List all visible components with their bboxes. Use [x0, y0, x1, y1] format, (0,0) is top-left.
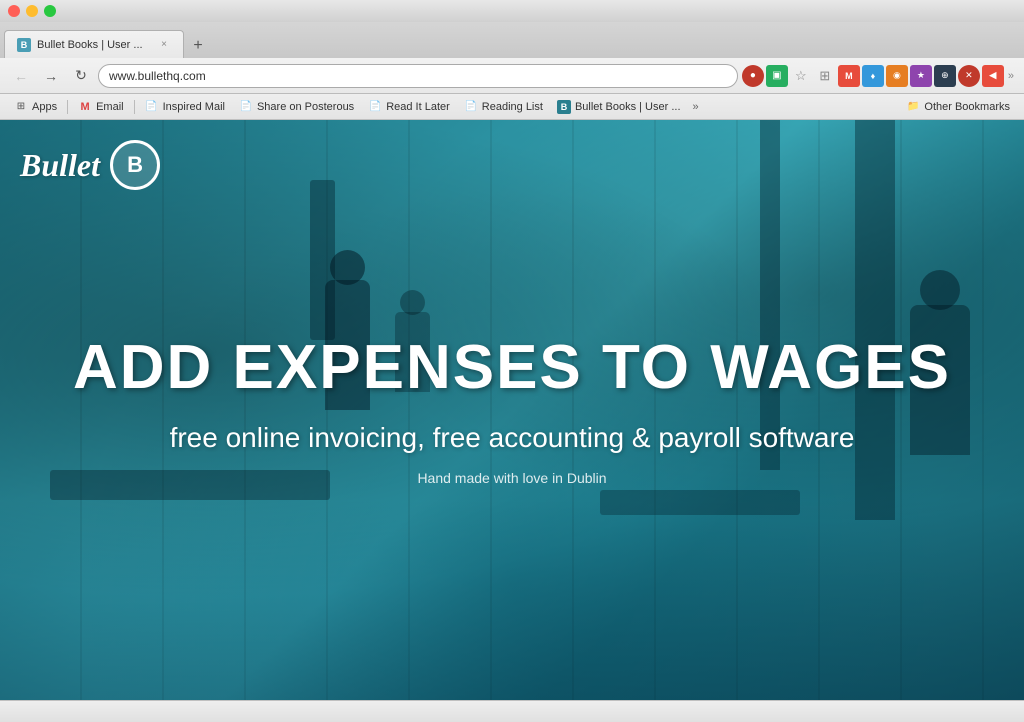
bookmark-gmail[interactable]: M Email — [72, 98, 130, 116]
extension-icon-5[interactable]: M — [838, 65, 860, 87]
bookmark-apps[interactable]: ⊞ Apps — [8, 98, 63, 116]
extension-icon-8[interactable]: ★ — [910, 65, 932, 87]
apps-icon: ⊞ — [14, 100, 28, 114]
browser-window: B Bullet Books | User ... × + ← → ↻ ● ▣ … — [0, 0, 1024, 722]
bookmark-icon-readlater: 📄 — [368, 100, 382, 114]
title-bar — [0, 0, 1024, 22]
reload-button[interactable]: ↻ — [68, 63, 94, 89]
bookmarks-bar: ⊞ Apps M Email 📄 Inspired Mail 📄 Share o… — [0, 94, 1024, 120]
tab-favicon: B — [17, 38, 31, 52]
extension-icon-10[interactable]: ✕ — [958, 65, 980, 87]
bookmark-icon-bullet: B — [557, 100, 571, 114]
sub-headline: free online invoicing, free accounting &… — [170, 422, 855, 454]
bookmark-inspired-mail[interactable]: 📄 Inspired Mail — [139, 98, 231, 116]
tagline: Hand made with love in Dublin — [417, 470, 606, 486]
bookmark-separator-2 — [134, 100, 135, 114]
extension-icon-7[interactable]: ◉ — [886, 65, 908, 87]
folder-icon: 📁 — [906, 100, 920, 114]
tab-bar: B Bullet Books | User ... × + — [0, 22, 1024, 58]
extension-icon-9[interactable]: ⊕ — [934, 65, 956, 87]
toolbar-icons: ● ▣ ☆ ⊞ M ♦ ◉ ★ ⊕ ✕ ◀ » — [742, 65, 1016, 87]
website-content: Bullet B ADD EXPENSES TO WAGES free onli… — [0, 120, 1024, 700]
extension-icon-6[interactable]: ♦ — [862, 65, 884, 87]
more-bookmarks-button[interactable]: » — [689, 99, 703, 115]
extension-icon-2[interactable]: ▣ — [766, 65, 788, 87]
extension-icon-11[interactable]: ◀ — [982, 65, 1004, 87]
bookmark-separator-1 — [67, 100, 68, 114]
bookmark-bullet-books[interactable]: B Bullet Books | User ... — [551, 98, 687, 116]
bookmark-reading-list[interactable]: 📄 Reading List — [458, 98, 549, 116]
maximize-window-button[interactable] — [44, 5, 56, 17]
more-extensions-indicator[interactable]: » — [1006, 70, 1016, 82]
other-bookmarks-folder[interactable]: 📁 Other Bookmarks — [900, 98, 1016, 116]
extension-icon-3[interactable]: ☆ — [790, 65, 812, 87]
minimize-window-button[interactable] — [26, 5, 38, 17]
tab-title: Bullet Books | User ... — [37, 39, 151, 51]
bookmark-icon-posterous: 📄 — [239, 100, 253, 114]
extension-icon-1[interactable]: ● — [742, 65, 764, 87]
bookmark-icon-readinglist: 📄 — [464, 100, 478, 114]
extension-icon-4[interactable]: ⊞ — [814, 65, 836, 87]
main-headline: ADD EXPENSES TO WAGES — [73, 334, 951, 402]
tab-close-button[interactable]: × — [157, 38, 171, 52]
address-bar[interactable] — [98, 64, 738, 88]
forward-button[interactable]: → — [38, 63, 64, 89]
back-button[interactable]: ← — [8, 63, 34, 89]
bookmark-icon-inspired: 📄 — [145, 100, 159, 114]
bookmark-read-it-later[interactable]: 📄 Read It Later — [362, 98, 456, 116]
active-tab[interactable]: B Bullet Books | User ... × — [4, 30, 184, 58]
new-tab-button[interactable]: + — [184, 34, 212, 58]
bookmark-share-posterous[interactable]: 📄 Share on Posterous — [233, 98, 360, 116]
gmail-icon: M — [78, 100, 92, 114]
close-window-button[interactable] — [8, 5, 20, 17]
nav-bar: ← → ↻ ● ▣ ☆ ⊞ M ♦ ◉ ★ ⊕ ✕ ◀ » — [0, 58, 1024, 94]
status-bar — [0, 700, 1024, 722]
text-overlay: ADD EXPENSES TO WAGES free online invoic… — [0, 120, 1024, 700]
